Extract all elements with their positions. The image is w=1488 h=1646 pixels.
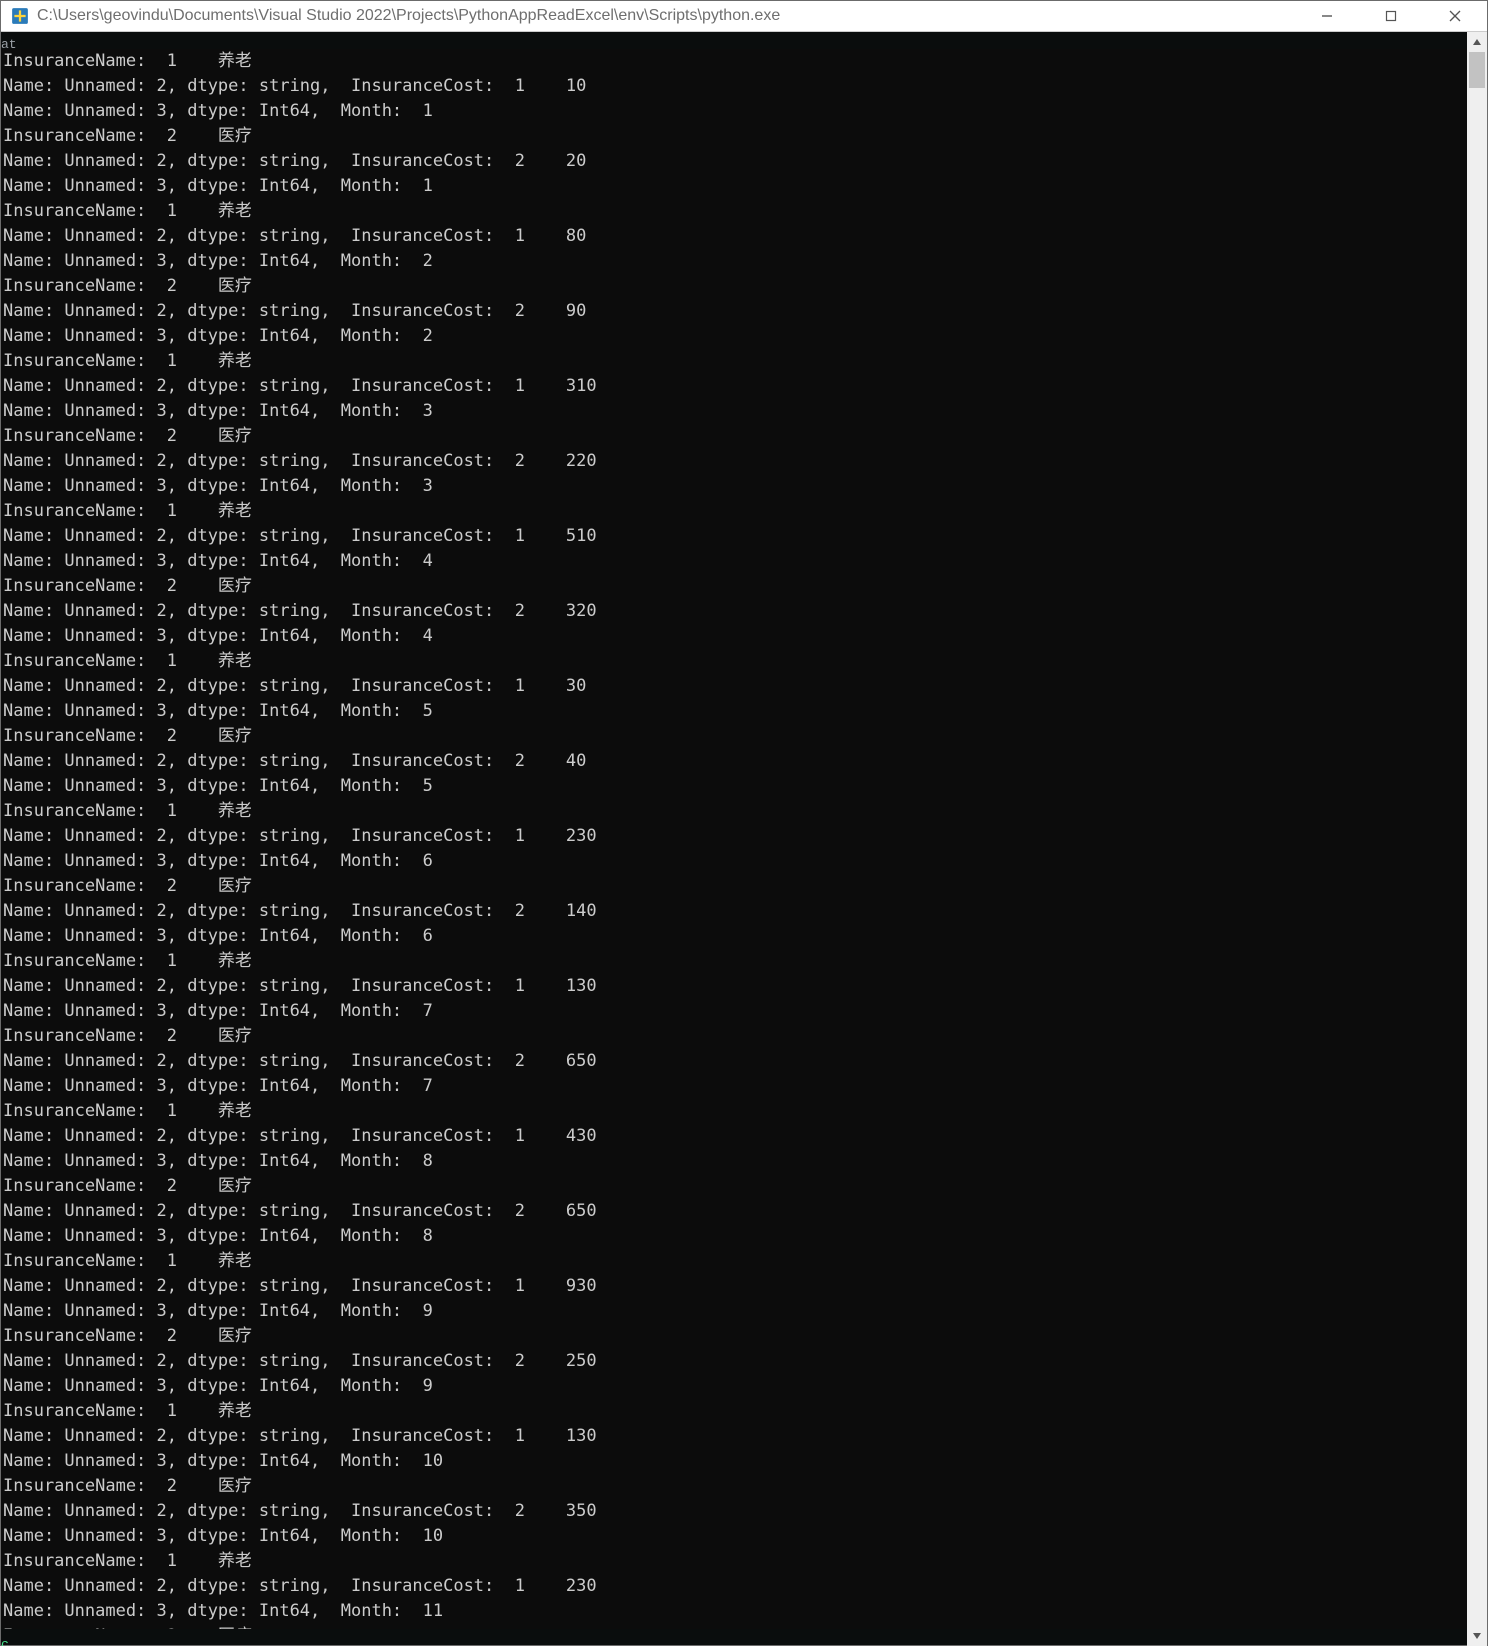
console-window: C:\Users\geovindu\Documents\Visual Studi… xyxy=(0,0,1488,1646)
maximize-button[interactable] xyxy=(1359,1,1423,31)
window-controls xyxy=(1295,1,1487,31)
close-button[interactable] xyxy=(1423,1,1487,31)
window-title: C:\Users\geovindu\Documents\Visual Studi… xyxy=(37,7,1295,25)
minimize-button[interactable] xyxy=(1295,1,1359,31)
vertical-scrollbar[interactable] xyxy=(1467,32,1487,1646)
title-bar[interactable]: C:\Users\geovindu\Documents\Visual Studi… xyxy=(1,1,1487,32)
scroll-thumb[interactable] xyxy=(1469,52,1485,88)
python-app-icon xyxy=(11,7,29,25)
console-area: at~~~□~~~~ocs^~c_^cc InsuranceName: 1 养老… xyxy=(1,32,1487,1646)
scroll-up-arrow-icon[interactable] xyxy=(1467,32,1487,52)
scroll-down-arrow-icon[interactable] xyxy=(1467,1626,1487,1646)
console-output[interactable]: InsuranceName: 1 养老 Name: Unnamed: 2, dt… xyxy=(1,49,1467,1629)
